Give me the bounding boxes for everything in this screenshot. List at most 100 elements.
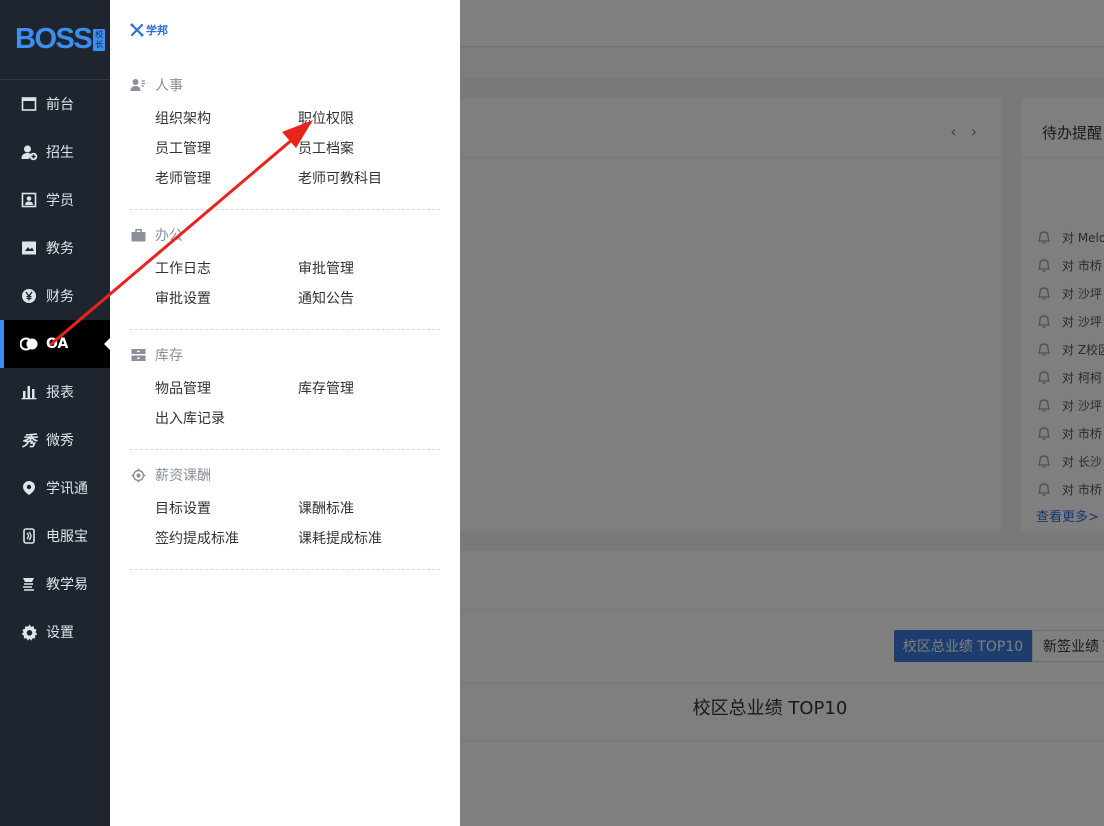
link-approval-settings[interactable]: 审批设置 xyxy=(155,289,298,309)
reminder-text: 对 市桥 xyxy=(1062,426,1102,441)
prev-page-icon[interactable]: ‹ xyxy=(950,122,956,141)
pager: ‹ › xyxy=(950,122,977,141)
sidebar-item-label: 设置 xyxy=(46,625,74,641)
bar-chart-icon xyxy=(20,383,38,401)
sidebar-item-weixiu[interactable]: 秀 微秀 xyxy=(0,416,110,464)
link-lesson-pay-standard[interactable]: 课酬标准 xyxy=(298,499,441,519)
section-hr-links: 组织架构 职位权限 员工管理 员工档案 老师管理 老师可教科目 xyxy=(130,109,440,189)
reminder-text: 对 Z校区 xyxy=(1062,342,1104,357)
sidebar-item-enrollment[interactable]: 招生 xyxy=(0,128,110,176)
section-divider xyxy=(130,569,440,570)
link-org-structure[interactable]: 组织架构 xyxy=(155,109,298,129)
bell-icon xyxy=(1036,313,1052,329)
list-item[interactable]: 对 柯柯 xyxy=(1036,363,1104,391)
section-inventory: 库存 物品管理 库存管理 出入库记录 xyxy=(130,345,440,429)
sidebar-item-reports[interactable]: 报表 xyxy=(0,368,110,416)
link-employee-files[interactable]: 员工档案 xyxy=(298,139,441,159)
reminder-text: 对 柯柯 xyxy=(1062,370,1102,385)
performance-card: 校区总业绩 TOP10 新签业绩 T 校区总业绩 TOP10 xyxy=(460,551,1104,826)
link-work-log[interactable]: 工作日志 xyxy=(155,259,298,279)
list-item[interactable]: 对 长沙 xyxy=(1036,447,1104,475)
sidebar-item-students[interactable]: 学员 xyxy=(0,176,110,224)
link-employee-management[interactable]: 员工管理 xyxy=(155,139,298,159)
oa-icon xyxy=(20,335,38,353)
link-teacher-subjects[interactable]: 老师可教科目 xyxy=(298,169,441,189)
sidebar-item-label: OA xyxy=(46,336,69,352)
calendar-icon xyxy=(20,95,38,113)
bell-icon xyxy=(1036,257,1052,273)
list-item[interactable]: 对 Z校区 xyxy=(1036,335,1104,363)
student-card-icon xyxy=(20,191,38,209)
sidebar-item-finance[interactable]: 财务 xyxy=(0,272,110,320)
bell-icon xyxy=(1036,285,1052,301)
section-hr: 人事 组织架构 职位权限 员工管理 员工档案 老师管理 老师可教科目 xyxy=(130,75,440,189)
xuebang-brand: 学邦 xyxy=(146,24,168,37)
boss-logo[interactable]: BOSS 校长 xyxy=(0,0,110,80)
sidebar-nav: 前台 招生 学员 教务 财务 OA 报表 秀 微秀 学讯通 电服宝 教学易 设置 xyxy=(0,80,110,656)
section-divider xyxy=(130,329,440,330)
bell-icon xyxy=(1036,481,1052,497)
section-title: 薪资课酬 xyxy=(155,468,211,484)
section-office: 办公 工作日志 审批管理 审批设置 通知公告 xyxy=(130,225,440,309)
view-more-link[interactable]: 查看更多> xyxy=(1036,506,1099,525)
bell-icon xyxy=(1036,397,1052,413)
section-divider xyxy=(130,209,440,210)
chart-title: 校区总业绩 TOP10 xyxy=(692,698,848,719)
card-divider xyxy=(460,609,1104,610)
next-page-icon[interactable]: › xyxy=(971,122,977,141)
section-office-header: 办公 xyxy=(130,225,440,245)
link-item-management[interactable]: 物品管理 xyxy=(155,379,298,399)
reminder-list: 对 Melo 对 市桥 对 沙坪 对 沙坪 对 Z校区 对 柯柯 对 沙坪 对 … xyxy=(1036,223,1104,503)
section-inventory-links: 物品管理 库存管理 出入库记录 xyxy=(130,379,440,429)
link-position-permissions[interactable]: 职位权限 xyxy=(298,109,441,129)
link-target-settings[interactable]: 目标设置 xyxy=(155,499,298,519)
tab-new-signing[interactable]: 新签业绩 T xyxy=(1032,630,1104,662)
reminder-text: 对 Melo xyxy=(1062,230,1104,245)
tab-campus-top10[interactable]: 校区总业绩 TOP10 xyxy=(894,630,1032,662)
gear-icon xyxy=(20,623,38,641)
list-item[interactable]: 对 市桥 xyxy=(1036,419,1104,447)
section-title: 办公 xyxy=(155,228,183,244)
sidebar-item-label: 前台 xyxy=(46,97,74,113)
sidebar-item-xuexuntong[interactable]: 学讯通 xyxy=(0,464,110,512)
bell-icon xyxy=(1036,453,1052,469)
xuebang-logo-icon xyxy=(130,23,144,37)
section-salary: 薪资课酬 目标设置 课酬标准 签约提成标准 课耗提成标准 xyxy=(130,465,440,549)
target-icon xyxy=(130,467,146,483)
sidebar-item-oa[interactable]: OA xyxy=(0,320,110,368)
link-lesson-commission[interactable]: 课耗提成标准 xyxy=(298,529,441,549)
sidebar-item-label: 教务 xyxy=(46,241,74,257)
book-icon xyxy=(20,239,38,257)
sidebar-item-jiaoxueyi[interactable]: 教学易 xyxy=(0,560,110,608)
weixiu-icon: 秀 xyxy=(21,431,37,450)
tab-strip xyxy=(460,48,1104,78)
section-salary-header: 薪资课酬 xyxy=(130,465,440,485)
sidebar-item-frontdesk[interactable]: 前台 xyxy=(0,80,110,128)
link-approval-management[interactable]: 审批管理 xyxy=(298,259,441,279)
list-item[interactable]: 对 沙坪 xyxy=(1036,307,1104,335)
link-notices[interactable]: 通知公告 xyxy=(298,289,441,309)
list-item[interactable]: 对 市桥 xyxy=(1036,251,1104,279)
logo-text: BOSS xyxy=(15,23,93,55)
link-stock-records[interactable]: 出入库记录 xyxy=(155,409,298,429)
link-teacher-management[interactable]: 老师管理 xyxy=(155,169,298,189)
bell-icon xyxy=(1036,369,1052,385)
sidebar-item-label: 报表 xyxy=(46,385,74,401)
logo-badge: 校长 xyxy=(93,28,106,51)
link-signing-commission[interactable]: 签约提成标准 xyxy=(155,529,298,549)
sidebar-item-label: 学讯通 xyxy=(46,481,88,497)
link-stock-management[interactable]: 库存管理 xyxy=(298,379,441,399)
list-item[interactable]: 对 市桥 xyxy=(1036,475,1104,503)
list-item[interactable]: 对 Melo xyxy=(1036,223,1104,251)
person-icon xyxy=(130,77,146,93)
sidebar-item-settings[interactable]: 设置 xyxy=(0,608,110,656)
sidebar-item-label: 招生 xyxy=(46,145,74,161)
list-item[interactable]: 对 沙坪 xyxy=(1036,391,1104,419)
yen-icon xyxy=(20,287,38,305)
reminder-text: 对 沙坪 xyxy=(1062,286,1102,301)
calendar-card: ‹ › xyxy=(460,98,1001,531)
reminder-text: 对 沙坪 xyxy=(1062,314,1102,329)
sidebar-item-dianfubao[interactable]: 电服宝 xyxy=(0,512,110,560)
list-item[interactable]: 对 沙坪 xyxy=(1036,279,1104,307)
sidebar-item-academic[interactable]: 教务 xyxy=(0,224,110,272)
